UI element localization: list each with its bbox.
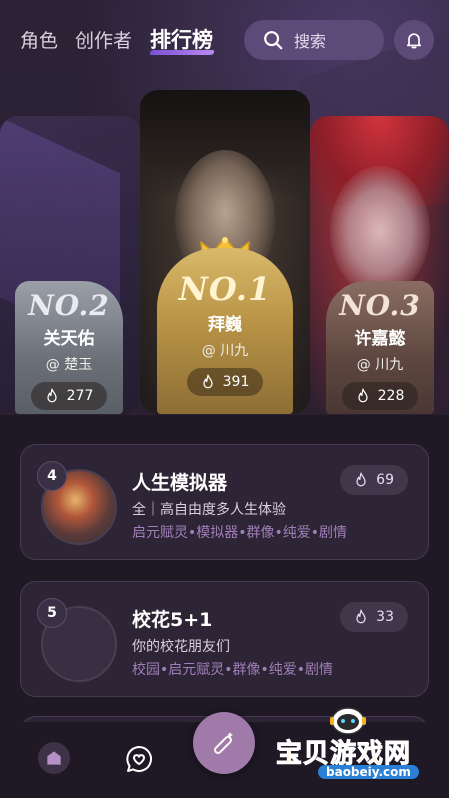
rank-label: NO.2 xyxy=(28,289,110,322)
rank-label: NO.1 xyxy=(178,270,272,308)
podium-plaque-third[interactable]: NO.3 许嘉懿 @ 川九 228 xyxy=(326,281,434,414)
character-name: 许嘉懿 xyxy=(354,329,406,349)
character-name: 关天佑 xyxy=(43,329,95,349)
item-title: 人生模拟器 xyxy=(132,472,228,494)
active-tab-indicator xyxy=(149,50,215,55)
author-name: @ 楚玉 xyxy=(45,357,93,373)
home-icon xyxy=(47,751,61,765)
list-item[interactable]: 5 校花5+1 你的校花朋友们 校园•启元赋灵•群像•纯爱•剧情 33 xyxy=(20,581,429,697)
watermark-logo: 宝贝游戏网 baobeiy.com xyxy=(270,705,445,785)
flame-icon xyxy=(357,388,368,403)
character-name: 拜巍 xyxy=(208,315,242,335)
hot-count: 69 xyxy=(340,465,408,495)
list-item[interactable]: 4 人生模拟器 全｜高自由度多人生体验 启元赋灵•模拟器•群像•纯爱•剧情 69 xyxy=(20,444,429,560)
search-bar[interactable]: 搜索 xyxy=(244,20,384,60)
flame-icon xyxy=(46,388,57,403)
tab-creators[interactable]: 创作者 xyxy=(75,26,132,53)
hot-count: 33 xyxy=(340,602,408,632)
character-face xyxy=(330,166,430,296)
hot-count: 228 xyxy=(341,382,419,410)
flame-icon xyxy=(356,609,366,624)
magic-wand-icon xyxy=(214,732,233,754)
rank-badge: 5 xyxy=(37,598,67,628)
item-description: 全｜高自由度多人生体验 xyxy=(132,502,286,518)
notification-button[interactable] xyxy=(394,20,434,60)
hot-count: 277 xyxy=(30,382,108,410)
chat-heart-icon[interactable] xyxy=(124,744,154,774)
tab-characters[interactable]: 角色 xyxy=(20,26,58,53)
nav-home[interactable] xyxy=(38,742,70,774)
podium-plaque-first[interactable]: NO.1 拜巍 @ 川九 391 xyxy=(157,248,293,414)
item-tags: 启元赋灵•模拟器•群像•纯爱•剧情 xyxy=(132,525,348,541)
watermark-url: baobeiy.com xyxy=(318,765,419,779)
search-icon xyxy=(264,31,283,50)
rank-badge: 4 xyxy=(37,461,67,491)
create-button[interactable] xyxy=(193,712,255,774)
item-description: 你的校花朋友们 xyxy=(132,639,230,655)
rank-label: NO.3 xyxy=(339,289,421,322)
podium-plaque-second[interactable]: NO.2 关天佑 @ 楚玉 277 xyxy=(15,281,123,414)
item-title: 校花5+1 xyxy=(132,609,213,631)
author-name: @ 川九 xyxy=(201,343,249,359)
flame-icon xyxy=(202,374,213,389)
search-label: 搜索 xyxy=(294,32,327,51)
item-tags: 校园•启元赋灵•群像•纯爱•剧情 xyxy=(132,662,334,678)
flame-icon xyxy=(356,472,366,487)
hot-count: 391 xyxy=(186,368,264,396)
top-bar: 角色 创作者 排行榜 搜索 xyxy=(0,0,449,80)
bell-icon xyxy=(406,33,422,49)
author-name: @ 川九 xyxy=(356,357,404,373)
